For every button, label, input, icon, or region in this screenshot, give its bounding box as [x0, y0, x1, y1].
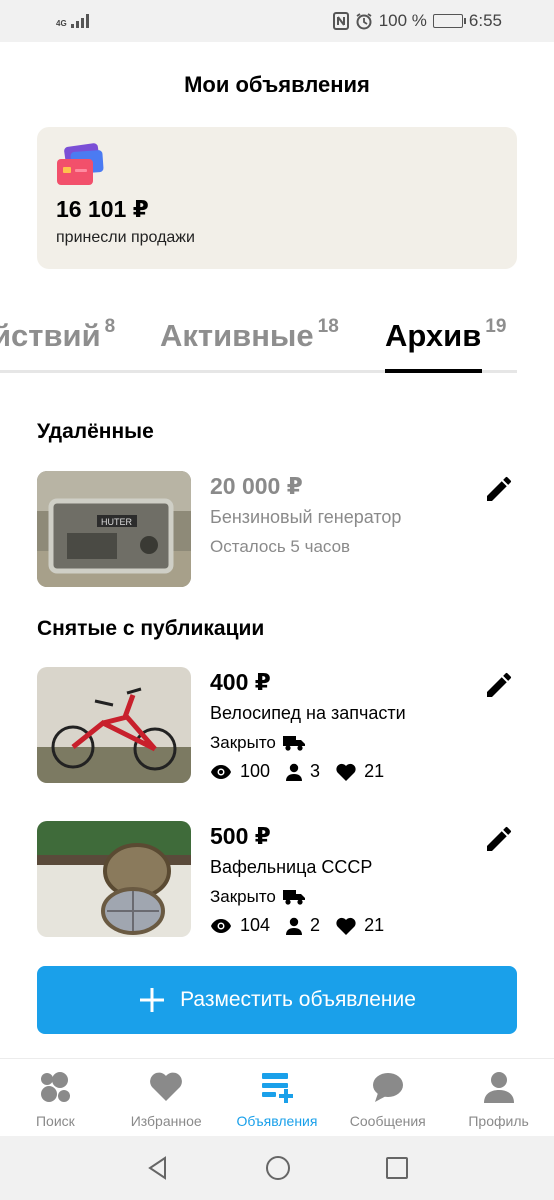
battery-icon	[432, 14, 466, 28]
contacts-person-icon	[286, 763, 303, 781]
tab-no-actions[interactable]: йствий 8	[0, 316, 116, 354]
post-ad-label: Разместить объявление	[180, 988, 416, 1011]
delivery-truck-icon	[282, 890, 305, 905]
favorites-heart-icon	[336, 763, 356, 781]
heart-icon	[150, 1072, 183, 1101]
recents-icon[interactable]	[385, 1156, 409, 1180]
nav-label: Поиск	[35, 1113, 75, 1129]
plus-icon	[140, 988, 165, 1012]
nav-item-ads[interactable]: Объявления	[222, 1059, 332, 1136]
listing-title: Вафельница СССР	[210, 857, 373, 877]
svg-text:HUTER: HUTER	[101, 517, 132, 527]
home-icon[interactable]	[265, 1155, 291, 1181]
search-bubbles-icon	[41, 1072, 71, 1102]
listing-title: Велосипед на запчасти	[210, 703, 406, 723]
network-type: 4G	[56, 19, 67, 28]
views-count: 100	[240, 761, 271, 781]
views-count: 104	[240, 915, 271, 935]
profile-icon	[483, 1072, 514, 1103]
battery-percent: 100 %	[378, 11, 427, 30]
nav-item-search[interactable]: Поиск	[0, 1059, 110, 1136]
nav-label: Избранное	[130, 1113, 202, 1129]
listing-status: Закрыто	[210, 733, 276, 752]
section-title-unpublished: Снятые с публикации	[37, 617, 265, 640]
listing-tabs: йствий 8 Активные 18 Архив 19	[0, 310, 554, 374]
listing-status: Осталось 5 часов	[210, 537, 351, 556]
tab-active[interactable]: Активные 18	[160, 316, 339, 354]
favorites-count: 21	[364, 761, 385, 781]
ads-add-icon	[261, 1073, 293, 1103]
favorites-heart-icon	[336, 917, 356, 935]
system-navigation-bar	[0, 1136, 554, 1200]
signal-bars-icon	[70, 14, 89, 28]
status-bar: 4G 100 % 6:55	[0, 0, 554, 42]
edit-pencil-icon[interactable]	[483, 669, 515, 701]
listing-photo: HUTER	[37, 471, 191, 587]
listing-photo	[37, 821, 191, 937]
alarm-icon	[356, 13, 372, 30]
contacts-count: 2	[310, 915, 321, 935]
listing-status: Закрыто	[210, 887, 276, 906]
edit-pencil-icon[interactable]	[483, 823, 515, 855]
favorites-count: 21	[364, 915, 385, 935]
section-title-deleted: Удалённые	[37, 420, 154, 443]
bottom-navigation: Поиск Избранное Объявления Сообщения Про…	[0, 1058, 554, 1136]
listing-price: 500 ₽	[210, 823, 271, 849]
active-tab-indicator	[385, 369, 482, 373]
listing-title: Бензиновый генератор	[210, 507, 402, 527]
chat-icon	[372, 1073, 403, 1102]
delivery-truck-icon	[282, 736, 305, 751]
contacts-count: 3	[310, 761, 321, 781]
listing-price: 400 ₽	[210, 669, 271, 695]
views-eye-icon	[211, 764, 231, 779]
nav-label: Профиль	[468, 1113, 529, 1129]
listing-item[interactable]: HUTER 20 000 ₽ Бензиновый генератор Оста…	[37, 471, 517, 587]
listing-item[interactable]: 500 ₽ Вафельница СССР Закрыто 104 2 21	[37, 821, 517, 937]
contacts-person-icon	[286, 917, 303, 935]
listing-price: 20 000 ₽	[210, 473, 303, 499]
tab-archive[interactable]: Архив 19	[385, 316, 507, 354]
listing-item[interactable]: 400 ₽ Велосипед на запчасти Закрыто 100 …	[37, 667, 517, 783]
clock: 6:55	[468, 11, 502, 30]
nav-label: Объявления	[236, 1113, 318, 1129]
signal-indicator: 4G	[56, 14, 89, 28]
nfc-icon	[332, 12, 349, 30]
tab-count: 18	[317, 316, 339, 337]
back-icon[interactable]	[145, 1155, 171, 1181]
page-title: Мои объявления	[184, 72, 370, 97]
post-ad-button[interactable]: Разместить объявление	[37, 966, 517, 1034]
nav-item-favorites[interactable]: Избранное	[111, 1059, 221, 1136]
wallet-cards-icon	[57, 143, 104, 185]
edit-pencil-icon[interactable]	[483, 473, 515, 505]
nav-item-messages[interactable]: Сообщения	[333, 1059, 443, 1136]
earnings-amount: 16 101 ₽	[56, 196, 149, 222]
nav-label: Сообщения	[349, 1113, 426, 1129]
nav-item-profile[interactable]: Профиль	[444, 1059, 554, 1136]
earnings-card[interactable]: 16 101 ₽ принесли продажи	[37, 127, 517, 269]
views-eye-icon	[211, 918, 231, 933]
listing-photo	[37, 667, 191, 783]
earnings-caption: принесли продажи	[56, 229, 195, 246]
tab-count: 19	[485, 316, 507, 337]
tab-count: 8	[104, 316, 116, 337]
